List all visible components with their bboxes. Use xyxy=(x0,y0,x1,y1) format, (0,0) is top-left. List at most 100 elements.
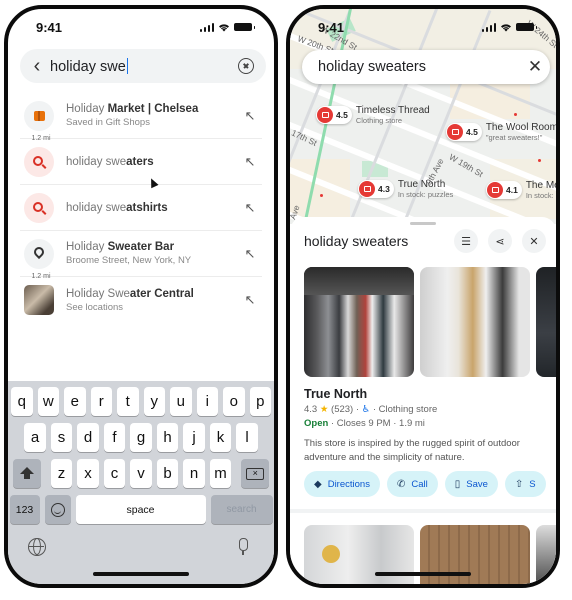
key[interactable]: z xyxy=(50,459,73,488)
key[interactable]: d xyxy=(77,423,99,452)
suggestion-item[interactable]: 1.2 mi Holiday Sweater Bar Broome Street… xyxy=(20,231,262,280)
key[interactable]: h xyxy=(156,423,179,452)
key[interactable]: m xyxy=(209,459,232,488)
key[interactable]: w xyxy=(37,387,59,416)
key[interactable]: n xyxy=(183,459,205,488)
key[interactable]: a xyxy=(24,423,46,452)
place-name[interactable]: True North xyxy=(304,387,367,401)
battery-icon xyxy=(234,23,255,31)
share-button[interactable]: ⇧ S xyxy=(504,471,546,497)
suggestion-subtitle: Saved in Gift Shops xyxy=(66,117,150,128)
fill-query-arrow-icon[interactable]: ↖ xyxy=(240,108,260,124)
suggestion-item[interactable]: Holiday Sweater Central See locations ↖ xyxy=(20,277,262,323)
call-button[interactable]: ✆ Call xyxy=(386,471,438,497)
pin-name: Timeless Thread xyxy=(355,105,430,116)
key[interactable]: g xyxy=(130,423,152,452)
keyboard-row-3: z x c v b n m × xyxy=(8,459,274,488)
key[interactable]: q xyxy=(11,387,33,416)
place-photo[interactable] xyxy=(304,267,414,377)
key[interactable]: f xyxy=(103,423,126,452)
key[interactable]: r xyxy=(90,387,112,416)
fill-query-arrow-icon[interactable]: ↖ xyxy=(240,292,260,308)
close-icon[interactable]: ✕ xyxy=(520,57,550,77)
phone-icon: ✆ xyxy=(396,478,406,490)
fill-query-arrow-icon[interactable]: ↖ xyxy=(240,246,260,262)
phone-results-screen: W 22nd St W 20th St W 24th St 17th St W … xyxy=(286,5,560,588)
key[interactable]: i xyxy=(196,387,218,416)
place-photo[interactable] xyxy=(536,267,556,377)
filter-icon[interactable]: ☰ xyxy=(454,229,478,253)
place-hours: Open · Closes 9 PM · 1.9 mi xyxy=(304,418,425,429)
shift-key[interactable] xyxy=(12,459,41,488)
back-arrow-icon[interactable]: ‹ xyxy=(20,56,50,76)
place-distance: 1.9 mi xyxy=(399,418,425,429)
map-pin[interactable]: 4.5 Timeless Thread Clothing store xyxy=(316,105,430,125)
pin-name: The Wool Room xyxy=(485,122,556,133)
key[interactable]: b xyxy=(156,459,179,488)
search-input[interactable]: ‹ holiday swe xyxy=(20,49,266,83)
directions-icon: ◆ xyxy=(314,478,322,490)
delete-key[interactable]: × xyxy=(241,459,270,488)
bookmark-icon: ▯ xyxy=(454,478,461,490)
clear-search-icon[interactable] xyxy=(238,58,254,74)
suggestion-title-prefix: Holiday xyxy=(66,241,108,253)
suggestion-subtitle: Broome Street, New York, NY xyxy=(66,255,192,266)
globe-icon[interactable] xyxy=(28,537,46,556)
key[interactable]: t xyxy=(117,387,139,416)
emoji-key[interactable] xyxy=(44,495,71,524)
place-photo[interactable] xyxy=(420,267,530,377)
home-indicator[interactable] xyxy=(93,572,189,576)
key[interactable]: l xyxy=(236,423,258,452)
search-key[interactable]: search xyxy=(210,495,273,524)
directions-button[interactable]: ◆ Directions xyxy=(304,471,380,497)
action-label: Call xyxy=(411,478,428,490)
map-view[interactable]: W 22nd St W 20th St W 24th St 17th St W … xyxy=(290,9,556,224)
microphone-icon[interactable] xyxy=(234,538,252,556)
search-query-text[interactable]: holiday sweaters xyxy=(302,59,520,75)
fill-query-arrow-icon[interactable]: ↖ xyxy=(240,154,260,170)
sheet-drag-handle[interactable] xyxy=(410,222,436,225)
action-label: Directions xyxy=(327,478,370,490)
search-query-text[interactable]: holiday swe xyxy=(50,59,126,75)
place-photo[interactable] xyxy=(536,525,556,584)
suggestion-item[interactable]: holiday sweatshirts ↖ xyxy=(20,185,262,231)
suggestion-item[interactable]: holiday sweaters ↖ xyxy=(20,139,262,185)
share-icon[interactable]: ⋖ xyxy=(488,229,512,253)
place-photo[interactable] xyxy=(420,525,530,584)
shopping-bag-icon xyxy=(359,181,375,197)
wifi-icon xyxy=(219,24,229,32)
suggestion-item[interactable]: 1.2 mi Holiday Market | Chelsea Saved in… xyxy=(20,93,262,142)
search-input[interactable]: holiday sweaters ✕ xyxy=(302,50,550,84)
key[interactable]: e xyxy=(64,387,86,416)
place-photo-carousel[interactable] xyxy=(304,267,556,377)
key[interactable]: k xyxy=(209,423,232,452)
map-pin[interactable]: 4.5 The Wool Room "great sweaters!" xyxy=(446,122,556,142)
home-indicator[interactable] xyxy=(375,572,471,576)
save-button[interactable]: ▯ Save xyxy=(444,471,498,497)
space-key[interactable]: space xyxy=(75,495,206,524)
close-icon[interactable]: ✕ xyxy=(522,229,546,253)
key[interactable]: x xyxy=(77,459,99,488)
next-result-photos[interactable] xyxy=(304,525,556,584)
pin-subtitle: Clothing store xyxy=(355,116,403,125)
map-pin[interactable]: 4.1 The MeIn stock: xyxy=(486,180,556,200)
place-photo[interactable] xyxy=(304,525,414,584)
pin-subtitle: In stock: puzzles xyxy=(397,190,454,199)
key[interactable]: p xyxy=(249,387,271,416)
fill-query-arrow-icon[interactable]: ↖ xyxy=(240,200,260,216)
search-icon xyxy=(24,146,54,177)
map-pin[interactable]: 4.3 True North In stock: puzzles xyxy=(358,179,453,199)
shift-icon xyxy=(19,467,34,479)
place-review-count: (523) xyxy=(331,404,354,415)
key[interactable]: j xyxy=(183,423,205,452)
status-time: 9:41 xyxy=(318,20,345,35)
emoji-icon xyxy=(50,502,65,517)
key[interactable]: v xyxy=(130,459,152,488)
key[interactable]: o xyxy=(223,387,245,416)
key[interactable]: s xyxy=(50,423,73,452)
key[interactable]: c xyxy=(103,459,126,488)
numbers-key[interactable]: 123 xyxy=(9,495,40,524)
key[interactable]: u xyxy=(170,387,192,416)
key[interactable]: y xyxy=(143,387,165,416)
suggestion-title-bold: ater Central xyxy=(129,287,194,300)
